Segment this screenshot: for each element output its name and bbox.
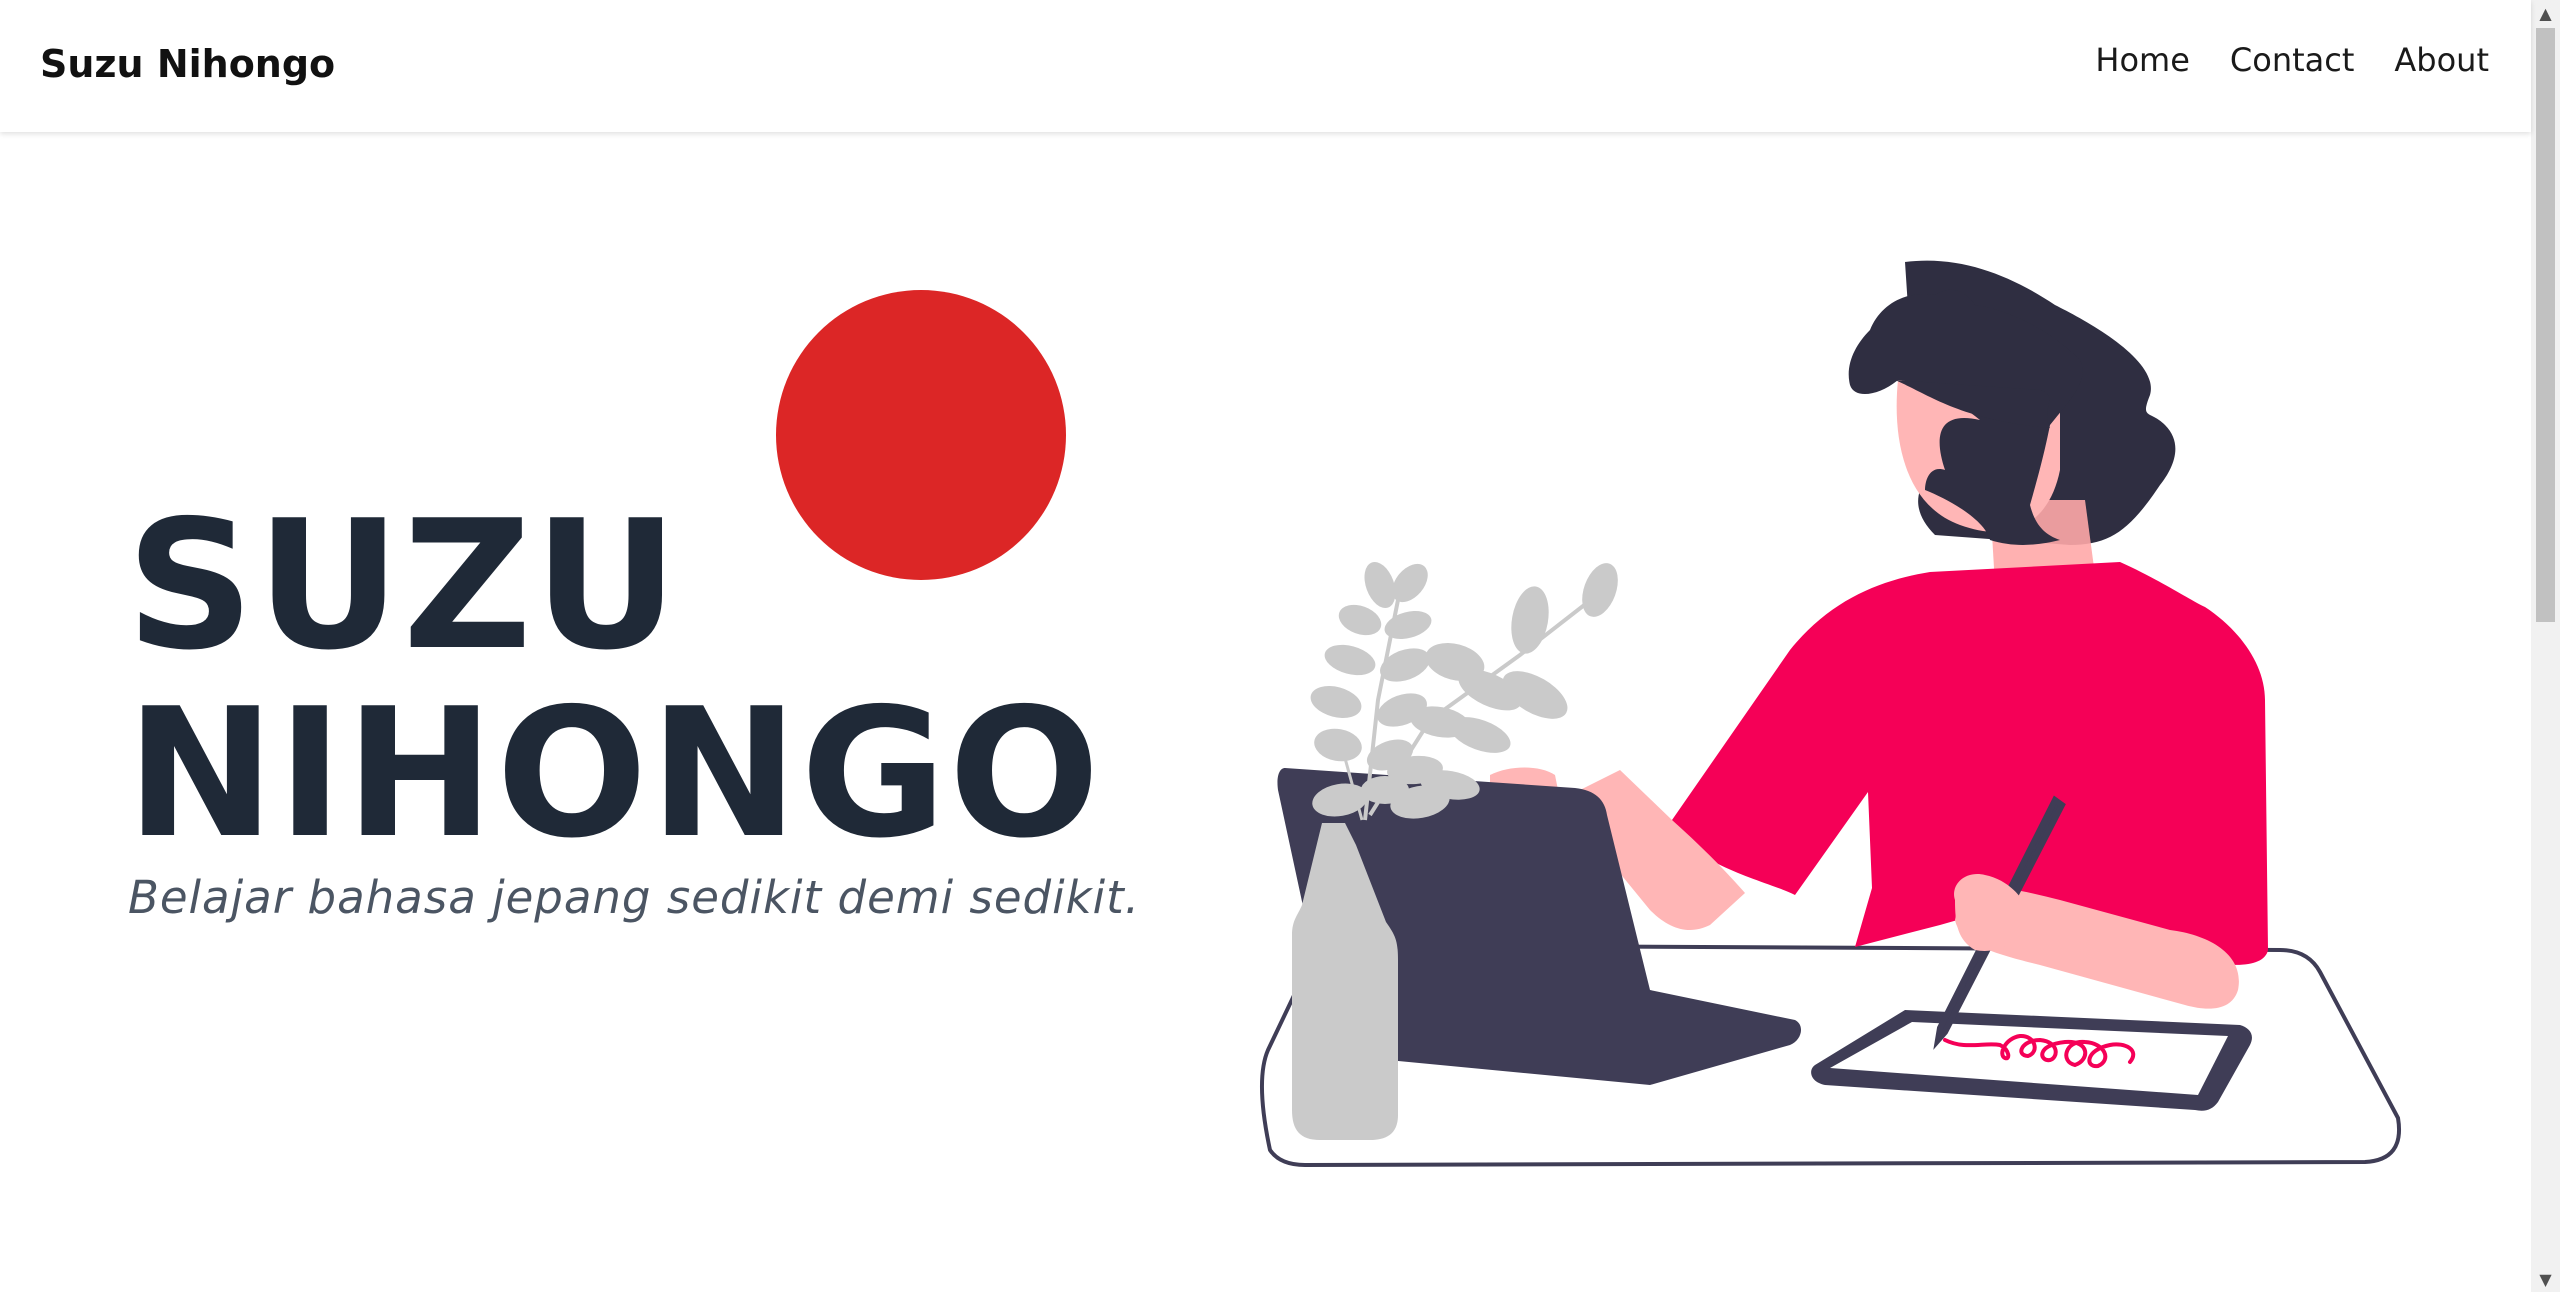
hero-title-line-1: SUZU [126,482,681,689]
triangle-down-icon[interactable]: ▼ [2531,1266,2560,1292]
page: Suzu Nihongo Home Contact About SUZU NIH… [0,0,2560,1292]
nav-link-about[interactable]: About [2394,36,2489,84]
hero-title: SUZU NIHONGO [126,492,1102,868]
brand-logo[interactable]: Suzu Nihongo [40,38,335,90]
browser-viewport: Suzu Nihongo Home Contact About SUZU NIH… [0,0,2531,1292]
scrollbar-thumb[interactable] [2536,28,2555,622]
hero-illustration [1259,260,2401,1167]
triangle-up-icon[interactable]: ▲ [2531,0,2560,26]
nav-link-home[interactable]: Home [2095,36,2190,84]
navbar: Suzu Nihongo Home Contact About [0,0,2531,132]
vertical-scrollbar[interactable]: ▲ ▼ [2531,0,2560,1292]
hero-subtitle: Belajar bahasa jepang sedikit demi sedik… [128,871,1141,924]
nav-links: Home Contact About [2095,36,2489,84]
nav-link-contact[interactable]: Contact [2230,36,2355,84]
hero-title-line-2: NIHONGO [126,670,1102,877]
